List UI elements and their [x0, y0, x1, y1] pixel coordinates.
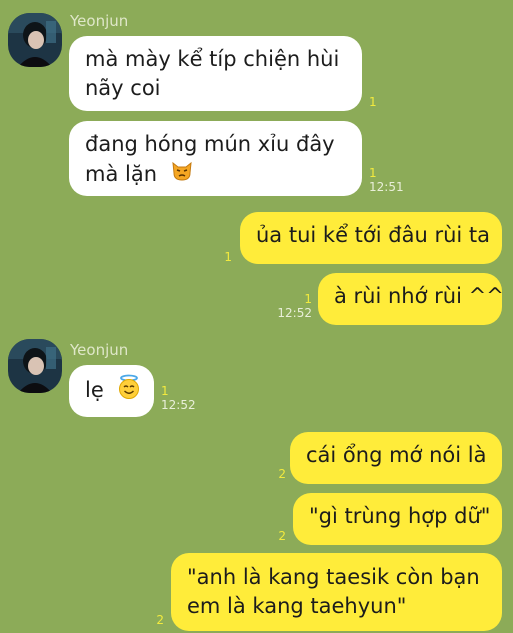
message-text-line: mà mày kể típ chiện hùi [85, 47, 340, 71]
unread-count: 1 [304, 292, 312, 306]
message-text-line: em là kang taehyun" [187, 594, 407, 618]
message-bubble-outgoing[interactable]: "gì trùng hợp dữ" [293, 493, 502, 545]
message-bubble-incoming[interactable]: lẹ [69, 365, 154, 417]
sender-name: Yeonjun [70, 341, 129, 359]
message-bubble-outgoing[interactable]: cái ổng mớ nói là [290, 432, 502, 484]
message-bubble-outgoing[interactable]: ủa tui kể tới đâu rùi ta [240, 212, 502, 264]
unread-count: 1 [161, 384, 169, 398]
message-meta: 2 [150, 613, 164, 627]
avatar[interactable] [8, 13, 62, 67]
sender-name: Yeonjun [70, 12, 129, 30]
message-meta: 1 12:51 [369, 166, 404, 194]
avatar[interactable] [8, 339, 62, 393]
message-bubble-incoming[interactable]: mà mày kể típ chiện hùi nãy coi [69, 36, 362, 111]
unread-count: 2 [278, 467, 286, 481]
message-meta: 1 [369, 95, 377, 109]
message-bubble-outgoing[interactable]: "anh là kang taesik còn bạn em là kang t… [171, 553, 502, 631]
message-meta: 2 [272, 529, 286, 543]
unread-count: 2 [156, 613, 164, 627]
message-meta: 1 12:52 [161, 384, 196, 412]
unread-count: 1 [369, 166, 377, 180]
avatar-image [8, 13, 62, 67]
unread-count: 1 [369, 95, 377, 109]
smiling-face-with-halo-icon [116, 374, 142, 408]
message-meta: 2 [272, 467, 286, 481]
message-timestamp: 12:51 [369, 180, 404, 194]
message-meta: 1 [218, 250, 232, 264]
message-text-line: mà lặn [85, 159, 346, 191]
unread-count: 2 [278, 529, 286, 543]
unread-count: 1 [224, 250, 232, 264]
message-bubble-outgoing[interactable]: à rùi nhớ rùi ^^ [318, 273, 504, 325]
cat-face-emoji-icon [170, 159, 194, 191]
message-timestamp: 12:52 [277, 306, 312, 320]
avatar-image [8, 339, 62, 393]
message-meta: 1 12:52 [274, 292, 312, 320]
message-text-line: "anh là kang taesik còn bạn [187, 565, 480, 589]
message-text-line: nãy coi [85, 76, 161, 100]
message-text-line: đang hóng mún xỉu đây [85, 132, 335, 156]
message-bubble-incoming[interactable]: đang hóng mún xỉu đây mà lặn [69, 121, 362, 196]
message-timestamp: 12:52 [161, 398, 196, 412]
